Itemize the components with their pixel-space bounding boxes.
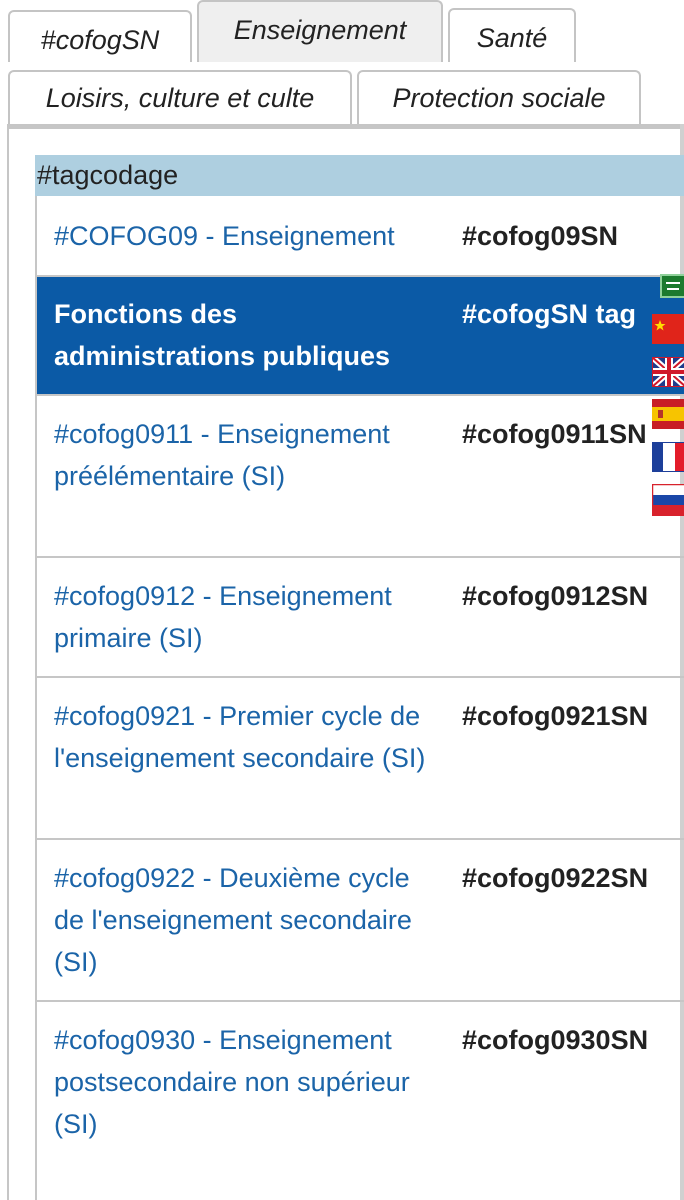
row-tag: #cofog0930SN <box>462 1025 649 1055</box>
row-name-link[interactable]: #cofog0912 - Enseignement primaire (SI) <box>54 575 444 659</box>
page: #cofogSN Enseignement Santé Loisirs, cul… <box>0 0 684 1200</box>
tab-loisirs-culture-culte[interactable]: Loisirs, culture et culte <box>8 70 352 124</box>
row-tag: #cofog09SN <box>462 221 619 251</box>
row-tag: #cofog0912SN <box>462 581 649 611</box>
row-name-link[interactable]: #cofog0921 - Premier cycle de l'enseigne… <box>54 695 444 779</box>
column-header-tag: #cofogSN tag <box>462 299 637 329</box>
china-flag-icon[interactable] <box>652 314 684 344</box>
table-row: #cofog0921 - Premier cycle de l'enseigne… <box>35 678 684 840</box>
tab-sante[interactable]: Santé <box>448 8 576 62</box>
table-row: #cofog0930 - Enseignement postsecondaire… <box>35 1002 684 1200</box>
row-name-link[interactable]: #COFOG09 - Enseignement <box>54 215 444 257</box>
spain-flag-icon[interactable] <box>652 399 684 429</box>
table-row: #COFOG09 - Enseignement #cofog09SN <box>35 196 684 277</box>
russia-flag-icon[interactable] <box>652 484 684 516</box>
row-tag: #cofog0921SN <box>462 701 649 731</box>
row-tag: #cofog0922SN <box>462 863 649 893</box>
row-tag: #cofog0911SN <box>462 419 647 449</box>
tab-cofogsn[interactable]: #cofogSN <box>8 10 192 62</box>
section-header: #tagcodage <box>35 155 684 196</box>
uk-flag-icon[interactable] <box>652 357 684 387</box>
table-row: #cofog0911 - Enseignement préélémentaire… <box>35 396 684 558</box>
tab-protection-sociale[interactable]: Protection sociale <box>357 70 641 124</box>
tab-enseignement[interactable]: Enseignement <box>197 0 443 62</box>
table-row: #cofog0912 - Enseignement primaire (SI) … <box>35 558 684 678</box>
column-header-function: Fonctions des administrations publiques <box>54 299 391 371</box>
row-name-link[interactable]: #cofog0930 - Enseignement postsecondaire… <box>54 1019 444 1145</box>
table-row: #cofog0922 - Deuxième cycle de l'enseign… <box>35 840 684 1002</box>
row-name-link[interactable]: #cofog0922 - Deuxième cycle de l'enseign… <box>54 857 444 983</box>
row-name-link[interactable]: #cofog0911 - Enseignement préélémentaire… <box>54 413 444 497</box>
table-header-row: Fonctions des administrations publiques … <box>35 277 684 396</box>
france-flag-icon[interactable] <box>652 442 684 472</box>
saudi-arabia-flag-icon[interactable] <box>660 274 684 298</box>
